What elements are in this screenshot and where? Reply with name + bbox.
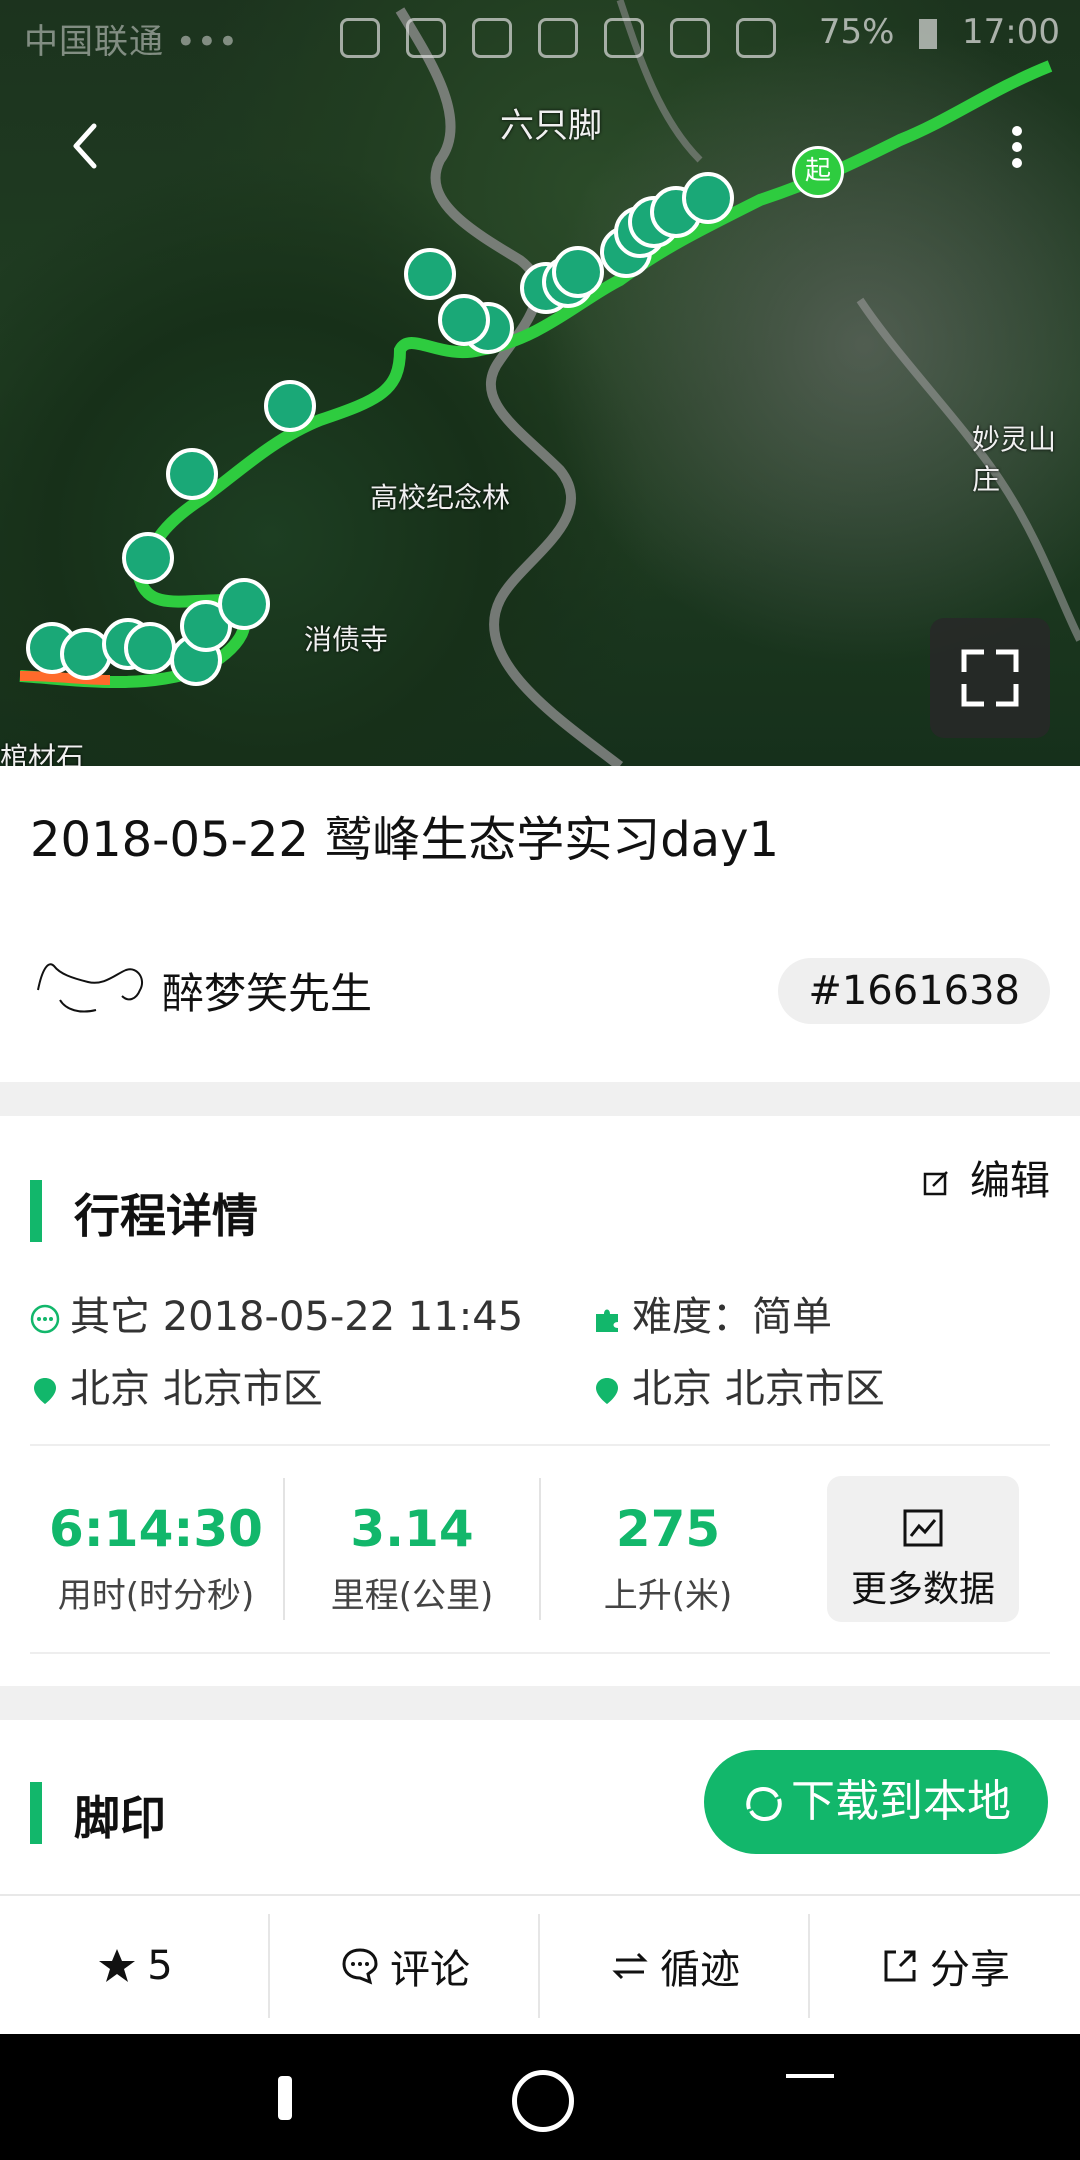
stat-ascent: 275 上升(米) (548, 1500, 788, 1617)
nfc-icon (472, 18, 512, 58)
tab-star[interactable]: 5 (0, 1896, 270, 2036)
avatar-sketch-icon (37, 963, 144, 1013)
sync-icon (746, 1787, 782, 1821)
map-view[interactable]: 起 中国联通 ••• 75% 17:00 六只脚 妙灵山庄 高校纪念林 消债寺 … (0, 0, 1080, 766)
track-icon (612, 1952, 648, 1980)
tab-comment[interactable]: 评论 (270, 1896, 540, 2036)
more-data-label: 更多数据 (850, 1569, 995, 1610)
battery-icon (919, 18, 938, 49)
stats-divider (30, 1652, 1050, 1654)
share-label: 分享 (930, 1947, 1010, 1993)
more-dot-icon (1012, 142, 1022, 152)
detail-divider (30, 1444, 1050, 1446)
other-dots-icon (30, 1304, 60, 1334)
footprint-section-title: 脚印 (30, 1782, 166, 1848)
status-right: 75% 17:00 (819, 12, 1060, 52)
avatar[interactable] (30, 930, 150, 1030)
stat-label: 里程(公里) (330, 1576, 494, 1616)
expand-icon (961, 649, 1019, 707)
comment-icon (342, 1948, 378, 1985)
fullscreen-button[interactable] (930, 618, 1050, 738)
recents-nav-icon[interactable] (786, 2074, 834, 2078)
stat-duration: 6:14:30 用时(时分秒) (36, 1500, 276, 1617)
more-data-button[interactable]: 更多数据 (827, 1476, 1019, 1622)
author-name[interactable]: 醉梦笑先生 (162, 960, 372, 1021)
track-label: 循迹 (660, 1947, 740, 1993)
chart-icon (903, 1509, 943, 1547)
location-icon (340, 18, 380, 58)
back-nav-icon[interactable] (278, 2076, 292, 2120)
stat-distance: 3.14 里程(公里) (292, 1500, 532, 1617)
carrier-text: 中国联通 ••• (24, 22, 239, 62)
tab-share[interactable]: 分享 (810, 1896, 1080, 2036)
app-watermark: 六只脚 (500, 106, 602, 146)
stat-divider (539, 1478, 541, 1620)
download-label: 下载到本地 (791, 1776, 1011, 1827)
stat-label: 上升(米) (603, 1576, 733, 1616)
type-time-text: 其它 2018-05-22 11:45 (70, 1294, 524, 1340)
detail-start-place: 北京 北京市区 (30, 1356, 323, 1414)
start-pin-icon (34, 1378, 56, 1404)
bottom-action-bar: 5 评论 循迹 分享 (0, 1894, 1080, 2036)
end-pin-icon (596, 1378, 618, 1404)
end-place-text: 北京 北京市区 (632, 1366, 885, 1412)
start-place-text: 北京 北京市区 (70, 1366, 323, 1412)
stat-value: 6:14:30 (49, 1500, 263, 1558)
stat-value: 275 (615, 1500, 721, 1558)
poi-label: 棺材石 (0, 741, 85, 766)
system-nav-bar (0, 2034, 1080, 2160)
home-nav-icon[interactable] (512, 2070, 574, 2132)
puzzle-icon (596, 1309, 618, 1332)
stat-label: 用时(时分秒) (57, 1576, 255, 1616)
back-button[interactable] (60, 118, 116, 174)
edit-icon (924, 1171, 949, 1196)
edit-button[interactable]: 编辑 (921, 1148, 1050, 1206)
status-bar: 中国联通 ••• 75% 17:00 (0, 0, 1080, 70)
stat-value: 3.14 (350, 1500, 474, 1558)
poi-label: 高校纪念林 (370, 481, 511, 514)
start-marker: 起 (792, 146, 844, 198)
signal-icon (736, 18, 776, 58)
track-id-badge: #1661638 (778, 958, 1050, 1024)
star-count: 5 (147, 1943, 173, 1989)
section-separator (0, 1686, 1080, 1720)
stat-divider (283, 1478, 285, 1620)
download-button[interactable]: 下载到本地 (704, 1750, 1048, 1854)
wifi-icon (670, 18, 710, 58)
comment-label: 评论 (390, 1947, 470, 1993)
detail-difficulty: 难度：简单 (592, 1284, 832, 1342)
poi-label: 妙灵山庄 (972, 423, 1057, 496)
status-icons (340, 18, 776, 58)
difficulty-text: 难度：简单 (632, 1294, 832, 1340)
more-dot-icon (1012, 126, 1022, 136)
alarm-icon (604, 18, 644, 58)
battery-percent: 75% (818, 12, 895, 52)
more-dot-icon (1012, 158, 1022, 168)
star-icon (99, 1949, 136, 1982)
track-title: 2018-05-22 鹫峰生态学实习day1 (30, 812, 780, 868)
vibrate-icon (538, 18, 578, 58)
detail-end-place: 北京 北京市区 (592, 1356, 885, 1414)
tab-track[interactable]: 循迹 (540, 1896, 810, 2036)
detail-type-time: 其它 2018-05-22 11:45 (30, 1284, 523, 1342)
poi-label: 消债寺 (304, 623, 389, 656)
more-options-button[interactable] (1010, 120, 1024, 180)
share-icon (884, 1950, 916, 1982)
section-separator (0, 1082, 1080, 1116)
details-section-title: 行程详情 (30, 1180, 258, 1246)
clock-time: 17:00 (962, 12, 1060, 52)
edit-label: 编辑 (970, 1158, 1050, 1204)
bluetooth-icon (406, 18, 446, 58)
chevron-left-icon (73, 123, 97, 169)
